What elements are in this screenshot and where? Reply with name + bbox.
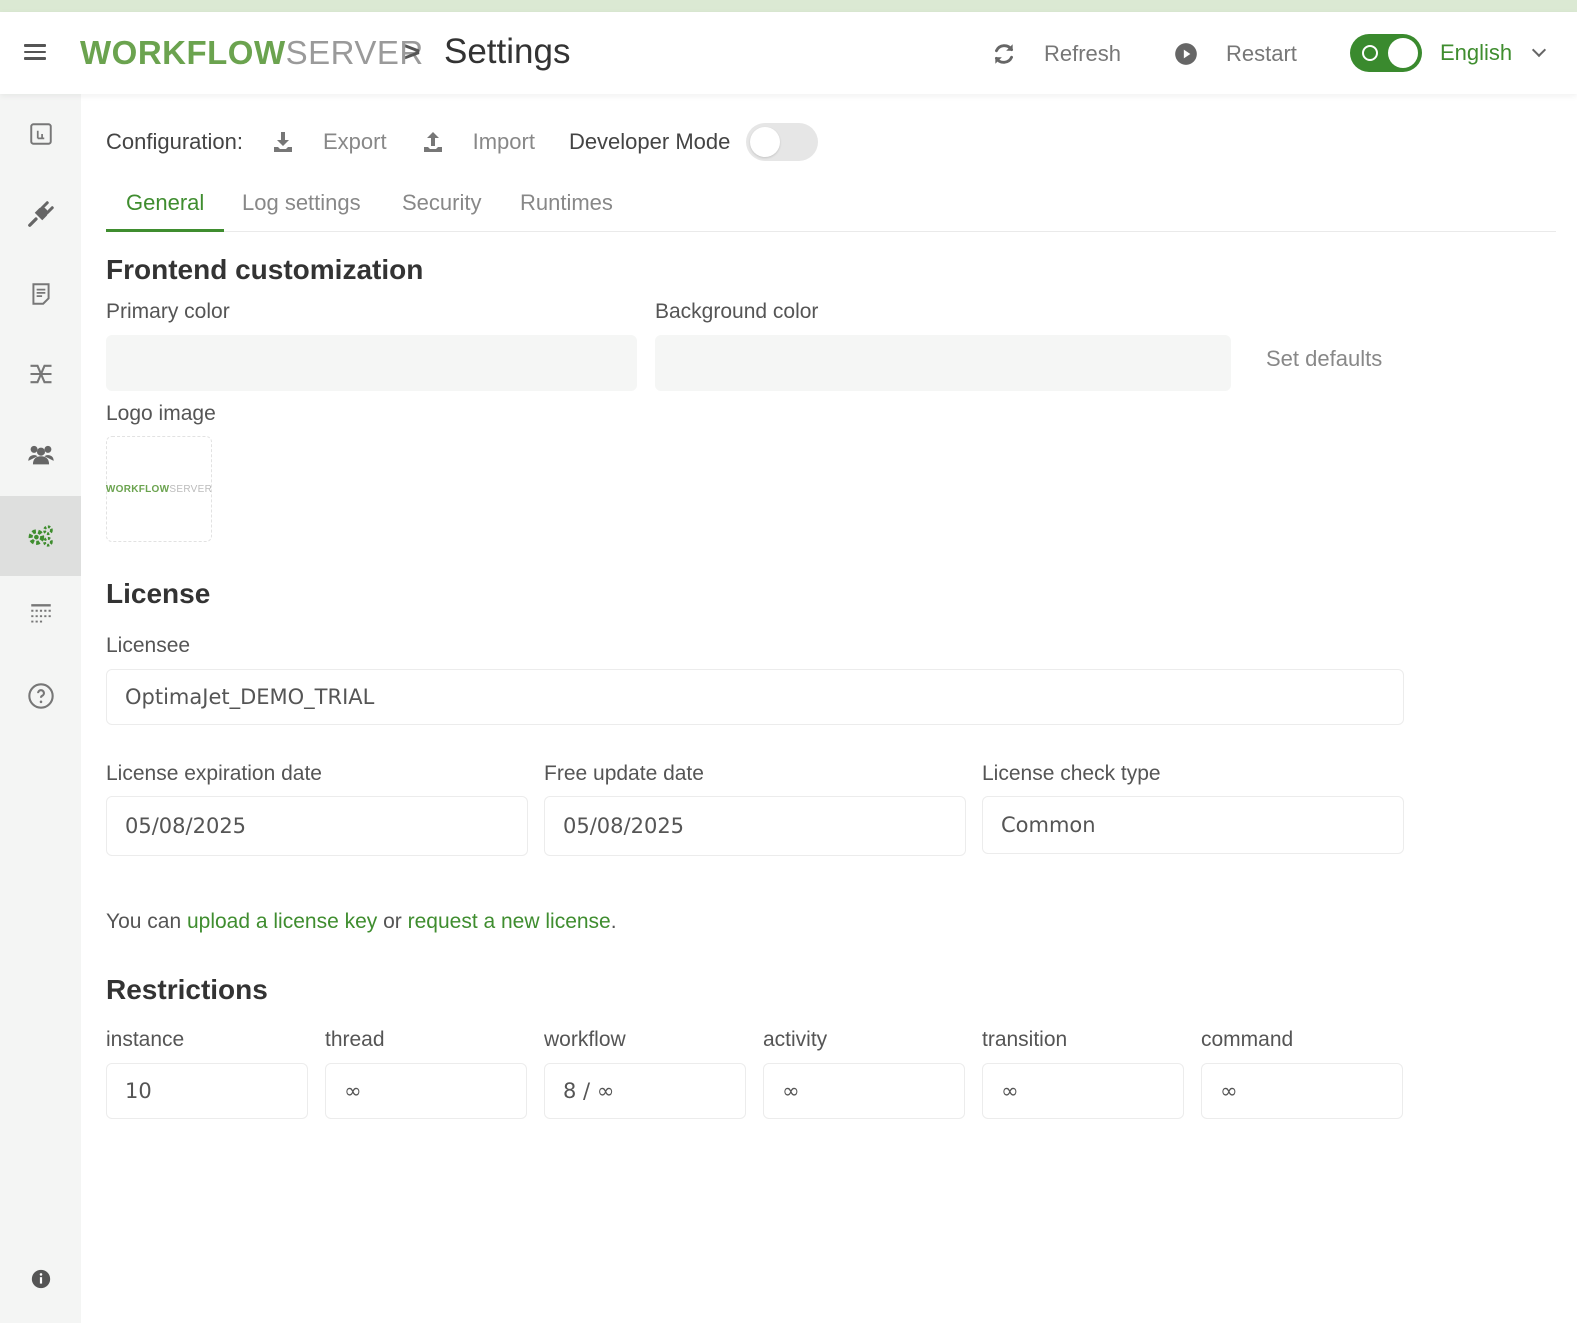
license-expiration-field[interactable]: 05/08/2025 bbox=[106, 796, 528, 856]
restriction-label: transition bbox=[982, 1028, 1068, 1051]
settings-gears-icon bbox=[28, 525, 53, 547]
request-license-link[interactable]: request a new license bbox=[408, 910, 611, 933]
note-middle: or bbox=[377, 910, 408, 933]
refresh-icon bbox=[990, 40, 1018, 68]
play-circle-icon bbox=[1172, 40, 1200, 68]
refresh-button[interactable]: Refresh bbox=[990, 40, 1121, 68]
plug-icon bbox=[27, 201, 54, 227]
sidebar-item-users[interactable] bbox=[0, 414, 81, 494]
sidebar-item-workflows[interactable] bbox=[0, 334, 81, 414]
sidebar-info[interactable] bbox=[0, 1259, 81, 1299]
sun-icon bbox=[1362, 45, 1378, 61]
top-strip bbox=[0, 0, 1577, 12]
sidebar-item-help[interactable] bbox=[0, 656, 81, 736]
logo-image-upload[interactable]: WORKFLOWSERVER bbox=[106, 436, 212, 542]
licensee-label: Licensee bbox=[106, 634, 191, 657]
export-button[interactable]: Export bbox=[271, 129, 387, 155]
configuration-toolbar: Configuration: Export Import Developer M… bbox=[106, 123, 819, 161]
refresh-label: Refresh bbox=[1044, 41, 1122, 66]
sidebar-item-settings[interactable] bbox=[0, 496, 81, 576]
brand-primary-text: WORKFLOW bbox=[80, 34, 286, 71]
logo-preview-primary: WORKFLOW bbox=[105, 483, 170, 495]
configuration-label: Configuration: bbox=[106, 129, 243, 154]
license-expiration-label: License expiration date bbox=[106, 762, 322, 785]
restart-label: Restart bbox=[1226, 41, 1297, 66]
note-prefix: You can bbox=[106, 910, 187, 933]
restrictions-title: Restrictions bbox=[106, 974, 268, 1005]
help-icon bbox=[27, 683, 54, 709]
toggle-knob bbox=[1388, 38, 1418, 68]
app-header: WORKFLOWSERVER > Settings Refresh Restar… bbox=[0, 12, 1577, 94]
breadcrumb-separator: > bbox=[404, 36, 421, 67]
sidebar-item-tables[interactable] bbox=[0, 574, 81, 654]
licensee-field[interactable]: OptimaJet_DEMO_TRIAL bbox=[106, 669, 1404, 725]
sidebar-item-connectors[interactable] bbox=[0, 174, 81, 254]
restriction-label: instance bbox=[106, 1028, 185, 1051]
dashboard-icon bbox=[29, 123, 52, 145]
toggle-knob bbox=[750, 127, 781, 157]
language-select[interactable]: English bbox=[1440, 40, 1547, 66]
restriction-activity-field[interactable]: ∞ bbox=[763, 1063, 965, 1119]
license-check-type-label: License check type bbox=[982, 762, 1161, 785]
users-icon bbox=[27, 445, 54, 465]
license-title: License bbox=[106, 578, 211, 609]
page-title: Settings bbox=[444, 32, 571, 71]
frontend-customization-title: Frontend customization bbox=[106, 254, 424, 285]
logo-preview: WORKFLOWSERVER bbox=[106, 484, 212, 495]
tab-log-settings[interactable]: Log settings bbox=[242, 190, 361, 232]
settings-tabs: General Log settings Security Runtimes bbox=[106, 186, 1556, 232]
developer-mode-toggle[interactable] bbox=[746, 123, 819, 161]
developer-mode-label: Developer Mode bbox=[568, 129, 731, 154]
upload-license-link[interactable]: upload a license key bbox=[187, 910, 377, 933]
free-update-field[interactable]: 05/08/2025 bbox=[544, 796, 966, 856]
table-icon bbox=[30, 604, 51, 623]
set-defaults-button[interactable]: Set defaults bbox=[1266, 346, 1382, 372]
info-icon bbox=[31, 1269, 50, 1289]
logo-preview-secondary: SERVER bbox=[169, 483, 213, 495]
theme-toggle[interactable] bbox=[1350, 34, 1422, 72]
chevron-down-icon bbox=[1532, 42, 1547, 58]
tab-security[interactable]: Security bbox=[402, 190, 481, 232]
sidebar bbox=[0, 94, 81, 1323]
upload-icon bbox=[421, 130, 445, 154]
workflow-icon bbox=[30, 364, 51, 384]
language-label: English bbox=[1440, 40, 1513, 65]
note-suffix: . bbox=[610, 910, 617, 933]
tab-general[interactable]: General bbox=[106, 190, 225, 232]
primary-color-field[interactable] bbox=[106, 335, 637, 391]
restriction-label: command bbox=[1201, 1028, 1294, 1051]
brand-logo[interactable]: WORKFLOWSERVER bbox=[80, 34, 424, 72]
restriction-label: workflow bbox=[544, 1028, 626, 1051]
license-note: You can upload a license key or request … bbox=[106, 910, 617, 934]
menu-icon[interactable] bbox=[22, 40, 48, 64]
import-label: Import bbox=[472, 129, 535, 154]
import-button[interactable]: Import bbox=[421, 129, 535, 155]
download-icon bbox=[271, 130, 295, 154]
document-icon bbox=[31, 283, 50, 305]
restriction-thread-field[interactable]: ∞ bbox=[325, 1063, 527, 1119]
background-color-field[interactable] bbox=[655, 335, 1231, 391]
sidebar-item-dashboard[interactable] bbox=[0, 94, 81, 174]
restriction-label: thread bbox=[325, 1028, 385, 1051]
license-check-type-field[interactable]: Common bbox=[982, 796, 1404, 854]
restriction-transition-field[interactable]: ∞ bbox=[982, 1063, 1184, 1119]
restriction-command-field[interactable]: ∞ bbox=[1201, 1063, 1403, 1119]
primary-color-label: Primary color bbox=[106, 300, 230, 323]
free-update-label: Free update date bbox=[544, 762, 704, 785]
tab-runtimes[interactable]: Runtimes bbox=[520, 190, 613, 232]
restriction-label: activity bbox=[763, 1028, 828, 1051]
export-label: Export bbox=[322, 129, 387, 154]
restriction-instance-field[interactable]: 10 bbox=[106, 1063, 308, 1119]
background-color-label: Background color bbox=[655, 300, 819, 323]
sidebar-item-documents[interactable] bbox=[0, 254, 81, 334]
restart-button[interactable]: Restart bbox=[1172, 40, 1297, 68]
logo-image-label: Logo image bbox=[106, 402, 216, 425]
restriction-workflow-field[interactable]: 8 / ∞ bbox=[544, 1063, 746, 1119]
